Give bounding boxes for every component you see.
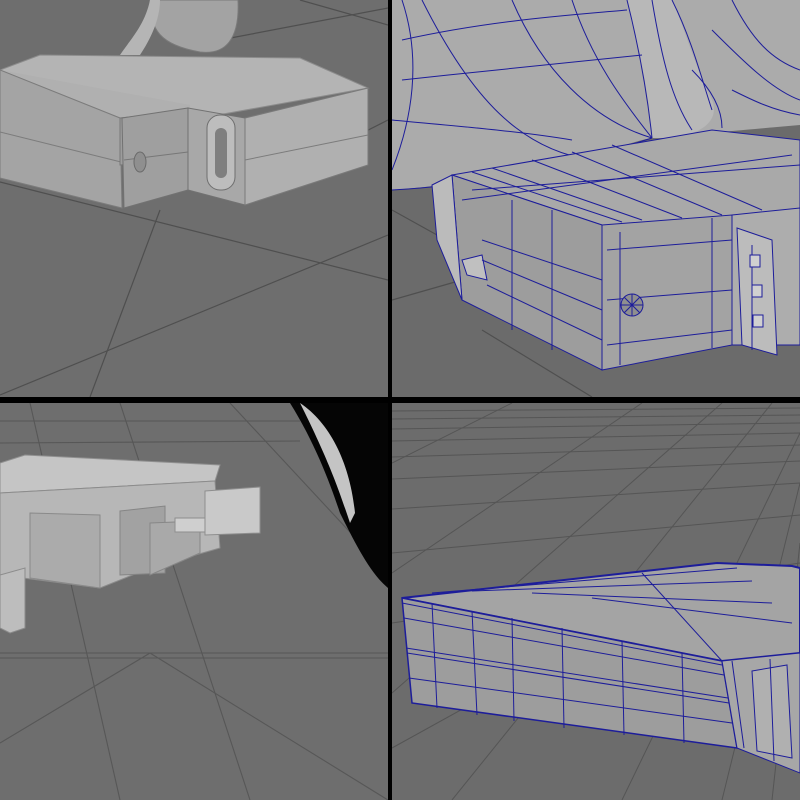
viewport-bottom-right-canvas[interactable] <box>392 403 800 800</box>
viewport-bottom-left[interactable] <box>0 403 388 800</box>
viewport-top-right-canvas[interactable] <box>392 0 800 397</box>
viewport-bottom-right[interactable] <box>392 403 800 800</box>
viewport-grid <box>0 0 800 800</box>
viewport-top-right[interactable] <box>392 0 800 397</box>
viewport-top-left-canvas[interactable] <box>0 0 388 397</box>
viewport-top-left[interactable] <box>0 0 388 397</box>
viewport-bottom-left-canvas[interactable] <box>0 403 388 800</box>
